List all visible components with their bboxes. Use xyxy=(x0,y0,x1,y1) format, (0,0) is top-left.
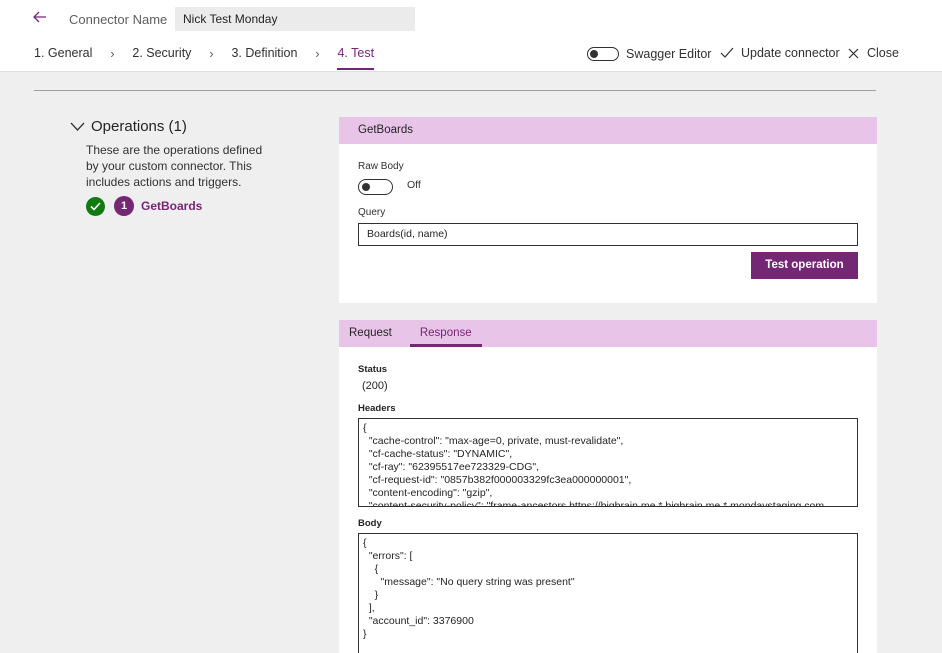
operation-test-card: GetBoards Raw Body Off Query Boards(id, … xyxy=(339,117,877,303)
back-arrow-icon[interactable] xyxy=(32,9,50,27)
operation-label: GetBoards xyxy=(141,199,203,213)
body-content: { "errors": [ { "message": "No query str… xyxy=(363,537,575,640)
tab-request[interactable]: Request xyxy=(339,320,402,347)
operation-number-badge: 1 xyxy=(114,196,134,216)
checkmark-icon xyxy=(720,47,734,58)
response-tabs: Request Response xyxy=(339,320,877,347)
update-connector-button[interactable]: Update connector xyxy=(720,46,840,60)
operations-description: These are the operations defined by your… xyxy=(86,143,263,189)
swagger-editor-toggle[interactable] xyxy=(587,47,619,61)
raw-body-state: Off xyxy=(407,179,421,191)
wizard-steps: 1. General › 2. Security › 3. Definition… xyxy=(34,46,374,70)
wizard-header: Connector Name Nick Test Monday 1. Gener… xyxy=(0,0,942,72)
body-label: Body xyxy=(358,518,382,529)
status-label: Status xyxy=(358,364,388,375)
chevron-down-icon xyxy=(70,122,85,131)
headers-textbox[interactable]: { "cache-control": "max-age=0, private, … xyxy=(358,418,858,507)
step-security[interactable]: 2. Security xyxy=(132,46,191,70)
tab-response[interactable]: Response xyxy=(409,320,482,347)
chevron-right-icon: › xyxy=(110,45,115,61)
query-input[interactable]: Boards(id, name) xyxy=(358,223,858,246)
operation-item-getboards[interactable]: 1 GetBoards xyxy=(86,196,202,216)
chevron-right-icon: › xyxy=(209,45,214,61)
headers-content: { "cache-control": "max-age=0, private, … xyxy=(363,422,825,507)
step-definition[interactable]: 3. Definition xyxy=(231,46,297,70)
test-operation-button[interactable]: Test operation xyxy=(751,252,858,279)
update-connector-label: Update connector xyxy=(741,46,840,60)
response-card: Request Response Status (200) Headers { … xyxy=(339,320,877,653)
chevron-right-icon: › xyxy=(315,45,320,61)
raw-body-toggle[interactable] xyxy=(358,179,393,195)
close-label: Close xyxy=(867,46,899,60)
operations-header[interactable]: Operations (1) xyxy=(70,118,187,135)
toggle-knob xyxy=(362,183,370,191)
query-label: Query xyxy=(358,207,386,218)
success-check-icon xyxy=(86,196,105,216)
raw-body-label: Raw Body xyxy=(358,161,404,172)
swagger-editor-label: Swagger Editor xyxy=(626,47,712,61)
connector-name-label: Connector Name xyxy=(69,12,168,27)
operation-card-title: GetBoards xyxy=(339,117,877,144)
step-general[interactable]: 1. General xyxy=(34,46,92,70)
close-icon xyxy=(848,48,859,58)
connector-name-input[interactable]: Nick Test Monday xyxy=(175,7,415,31)
close-button[interactable]: Close xyxy=(848,46,899,60)
operations-title: Operations (1) xyxy=(91,118,187,135)
toggle-knob xyxy=(590,50,598,58)
headers-label: Headers xyxy=(358,403,396,414)
divider xyxy=(34,90,876,91)
body-textbox[interactable]: { "errors": [ { "message": "No query str… xyxy=(358,533,858,653)
step-test[interactable]: 4. Test xyxy=(337,46,374,70)
status-value: (200) xyxy=(362,380,388,392)
